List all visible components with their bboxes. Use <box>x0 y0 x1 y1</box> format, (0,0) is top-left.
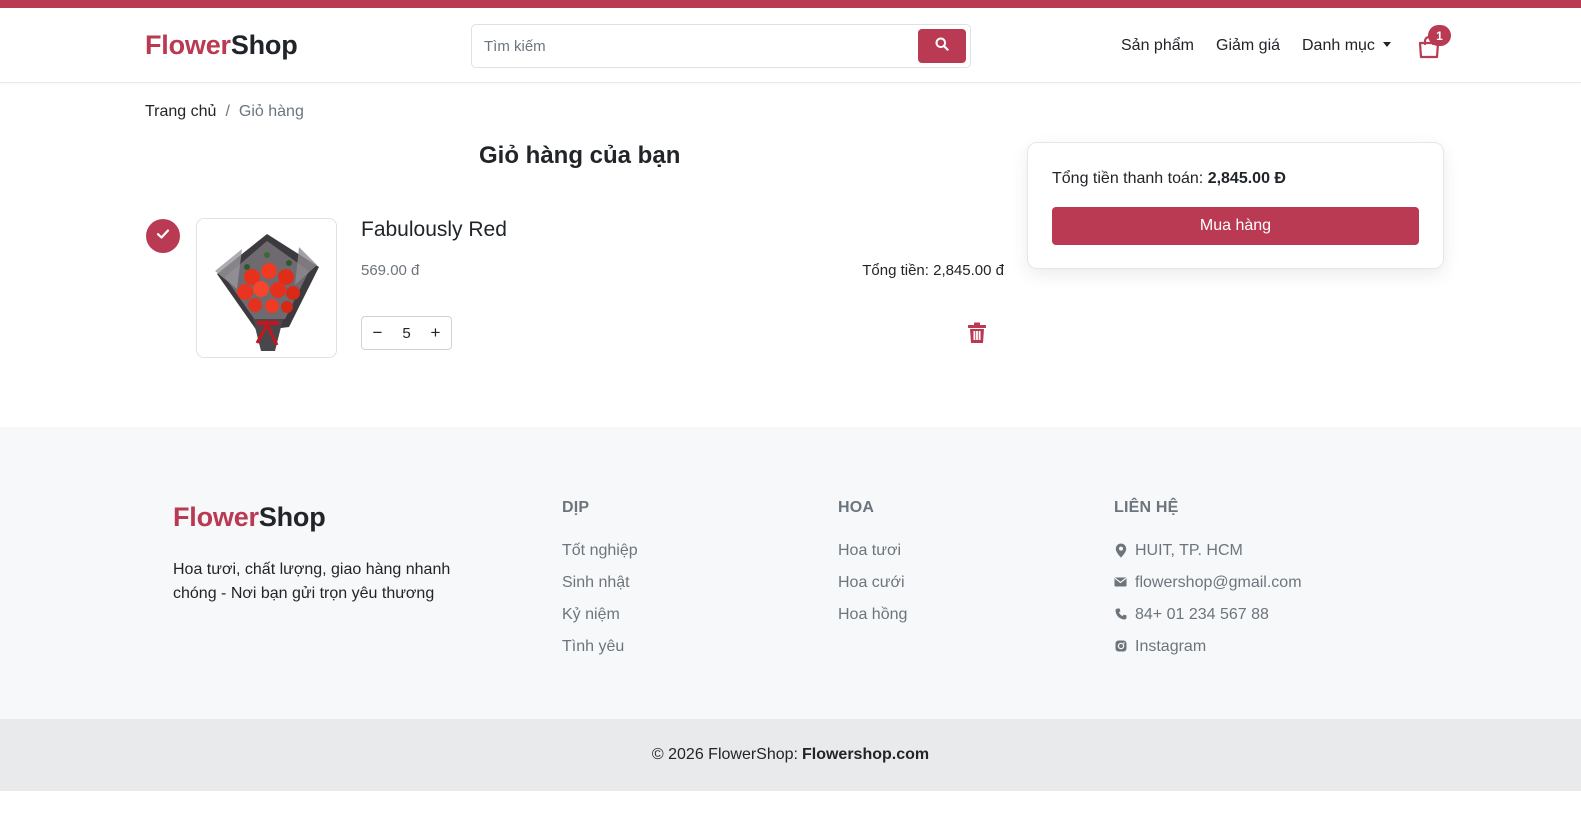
footer-contact-heading: LIÊN HỆ <box>1114 499 1179 516</box>
search-bar <box>471 24 971 68</box>
summary-total-label: Tổng tiền thanh toán: <box>1052 170 1204 187</box>
footer-logo[interactable]: FlowerShop <box>173 502 326 533</box>
footer-occasions-column: DỊP Tốt nghiệp Sinh nhật Kỷ niệm Tình yê… <box>562 499 638 669</box>
breadcrumb-current: Giỏ hàng <box>238 103 304 120</box>
footer-contact-column: LIÊN HỆ HUIT, TP. HCM flowershop@gmail.c… <box>1114 499 1302 669</box>
nav-categories-label: Danh mục <box>1302 37 1375 54</box>
footer-link-wedding-flowers[interactable]: Hoa cưới <box>838 573 907 605</box>
trash-icon <box>967 322 987 348</box>
breadcrumb-home[interactable]: Trang chủ <box>145 103 216 120</box>
footer-contact-address: HUIT, TP. HCM <box>1114 541 1302 573</box>
search-input[interactable] <box>472 25 912 67</box>
footer-link-graduation[interactable]: Tốt nghiệp <box>562 541 638 573</box>
quantity-decrease-button[interactable]: − <box>362 317 393 349</box>
footer-address-text: HUIT, TP. HCM <box>1135 542 1243 559</box>
page-title: Giỏ hàng của bạn <box>479 142 681 169</box>
nav-discount[interactable]: Giảm giá <box>1216 37 1280 55</box>
footer-tagline: Hoa tươi, chất lượng, giao hàng nhanh ch… <box>173 561 451 602</box>
quantity-value[interactable]: 5 <box>393 325 420 342</box>
site-header: FlowerShop Sản phẩm Giảm giá Danh mục 1 <box>0 8 1581 83</box>
copyright-bar: © 2026 FlowerShop: Flowershop.com <box>0 719 1581 791</box>
site-footer: FlowerShop Hoa tươi, chất lượng, giao hà… <box>0 427 1581 719</box>
breadcrumb: Trang chủ / Giỏ hàng <box>145 103 304 121</box>
red-rose-bouquet-image <box>215 234 319 351</box>
product-image[interactable] <box>196 218 337 358</box>
search-icon <box>935 37 949 56</box>
item-select-checkbox[interactable] <box>146 219 180 253</box>
remove-item-button[interactable] <box>967 322 987 344</box>
footer-link-anniversary[interactable]: Kỷ niệm <box>562 605 638 637</box>
footer-link-roses[interactable]: Hoa hồng <box>838 605 907 637</box>
footer-flowers-column: HOA Hoa tươi Hoa cưới Hoa hồng <box>838 499 907 637</box>
product-name[interactable]: Fabulously Red <box>361 218 507 242</box>
footer-link-love[interactable]: Tình yêu <box>562 637 638 669</box>
quantity-increase-button[interactable]: + <box>420 317 451 349</box>
checkout-button[interactable]: Mua hàng <box>1052 207 1419 245</box>
summary-total-value: 2,845.00 Đ <box>1207 170 1286 187</box>
nav-products[interactable]: Sản phẩm <box>1121 37 1194 55</box>
quantity-stepper: − 5 + <box>361 316 452 350</box>
footer-flowers-heading: HOA <box>838 499 875 516</box>
phone-icon <box>1114 606 1127 622</box>
footer-instagram-text: Instagram <box>1135 638 1207 655</box>
footer-phone-text: 84+ 01 234 567 88 <box>1135 606 1269 623</box>
footer-contact-instagram[interactable]: Instagram <box>1114 637 1302 669</box>
item-line-total: Tổng tiền: 2,845.00 đ <box>862 262 1004 279</box>
footer-contact-email[interactable]: flowershop@gmail.com <box>1114 573 1302 605</box>
top-accent-bar <box>0 0 1581 8</box>
envelope-icon <box>1114 574 1127 590</box>
order-summary-card: Tổng tiền thanh toán: 2,845.00 Đ Mua hàn… <box>1027 142 1444 269</box>
summary-total: Tổng tiền thanh toán: 2,845.00 Đ <box>1052 170 1286 188</box>
instagram-icon <box>1114 638 1127 654</box>
site-logo[interactable]: FlowerShop <box>145 30 298 61</box>
footer-link-fresh-flowers[interactable]: Hoa tươi <box>838 541 907 573</box>
cart-count-badge: 1 <box>1428 25 1451 46</box>
shopping-bag-icon <box>1418 35 1440 63</box>
copyright-link[interactable]: Flowershop.com <box>802 746 929 764</box>
search-button[interactable] <box>918 29 966 63</box>
product-unit-price: 569.00 đ <box>361 262 420 279</box>
copyright-text: © 2026 FlowerShop: <box>651 746 798 763</box>
footer-occasions-heading: DỊP <box>562 499 590 516</box>
caret-down-icon <box>1382 42 1391 47</box>
footer-email-text: flowershop@gmail.com <box>1135 574 1302 591</box>
footer-contact-phone[interactable]: 84+ 01 234 567 88 <box>1114 605 1302 637</box>
footer-link-birthday[interactable]: Sinh nhật <box>562 573 638 605</box>
nav-categories-dropdown[interactable]: Danh mục <box>1302 37 1391 55</box>
map-pin-icon <box>1114 542 1127 558</box>
breadcrumb-separator: / <box>225 103 230 120</box>
check-icon <box>156 227 170 245</box>
